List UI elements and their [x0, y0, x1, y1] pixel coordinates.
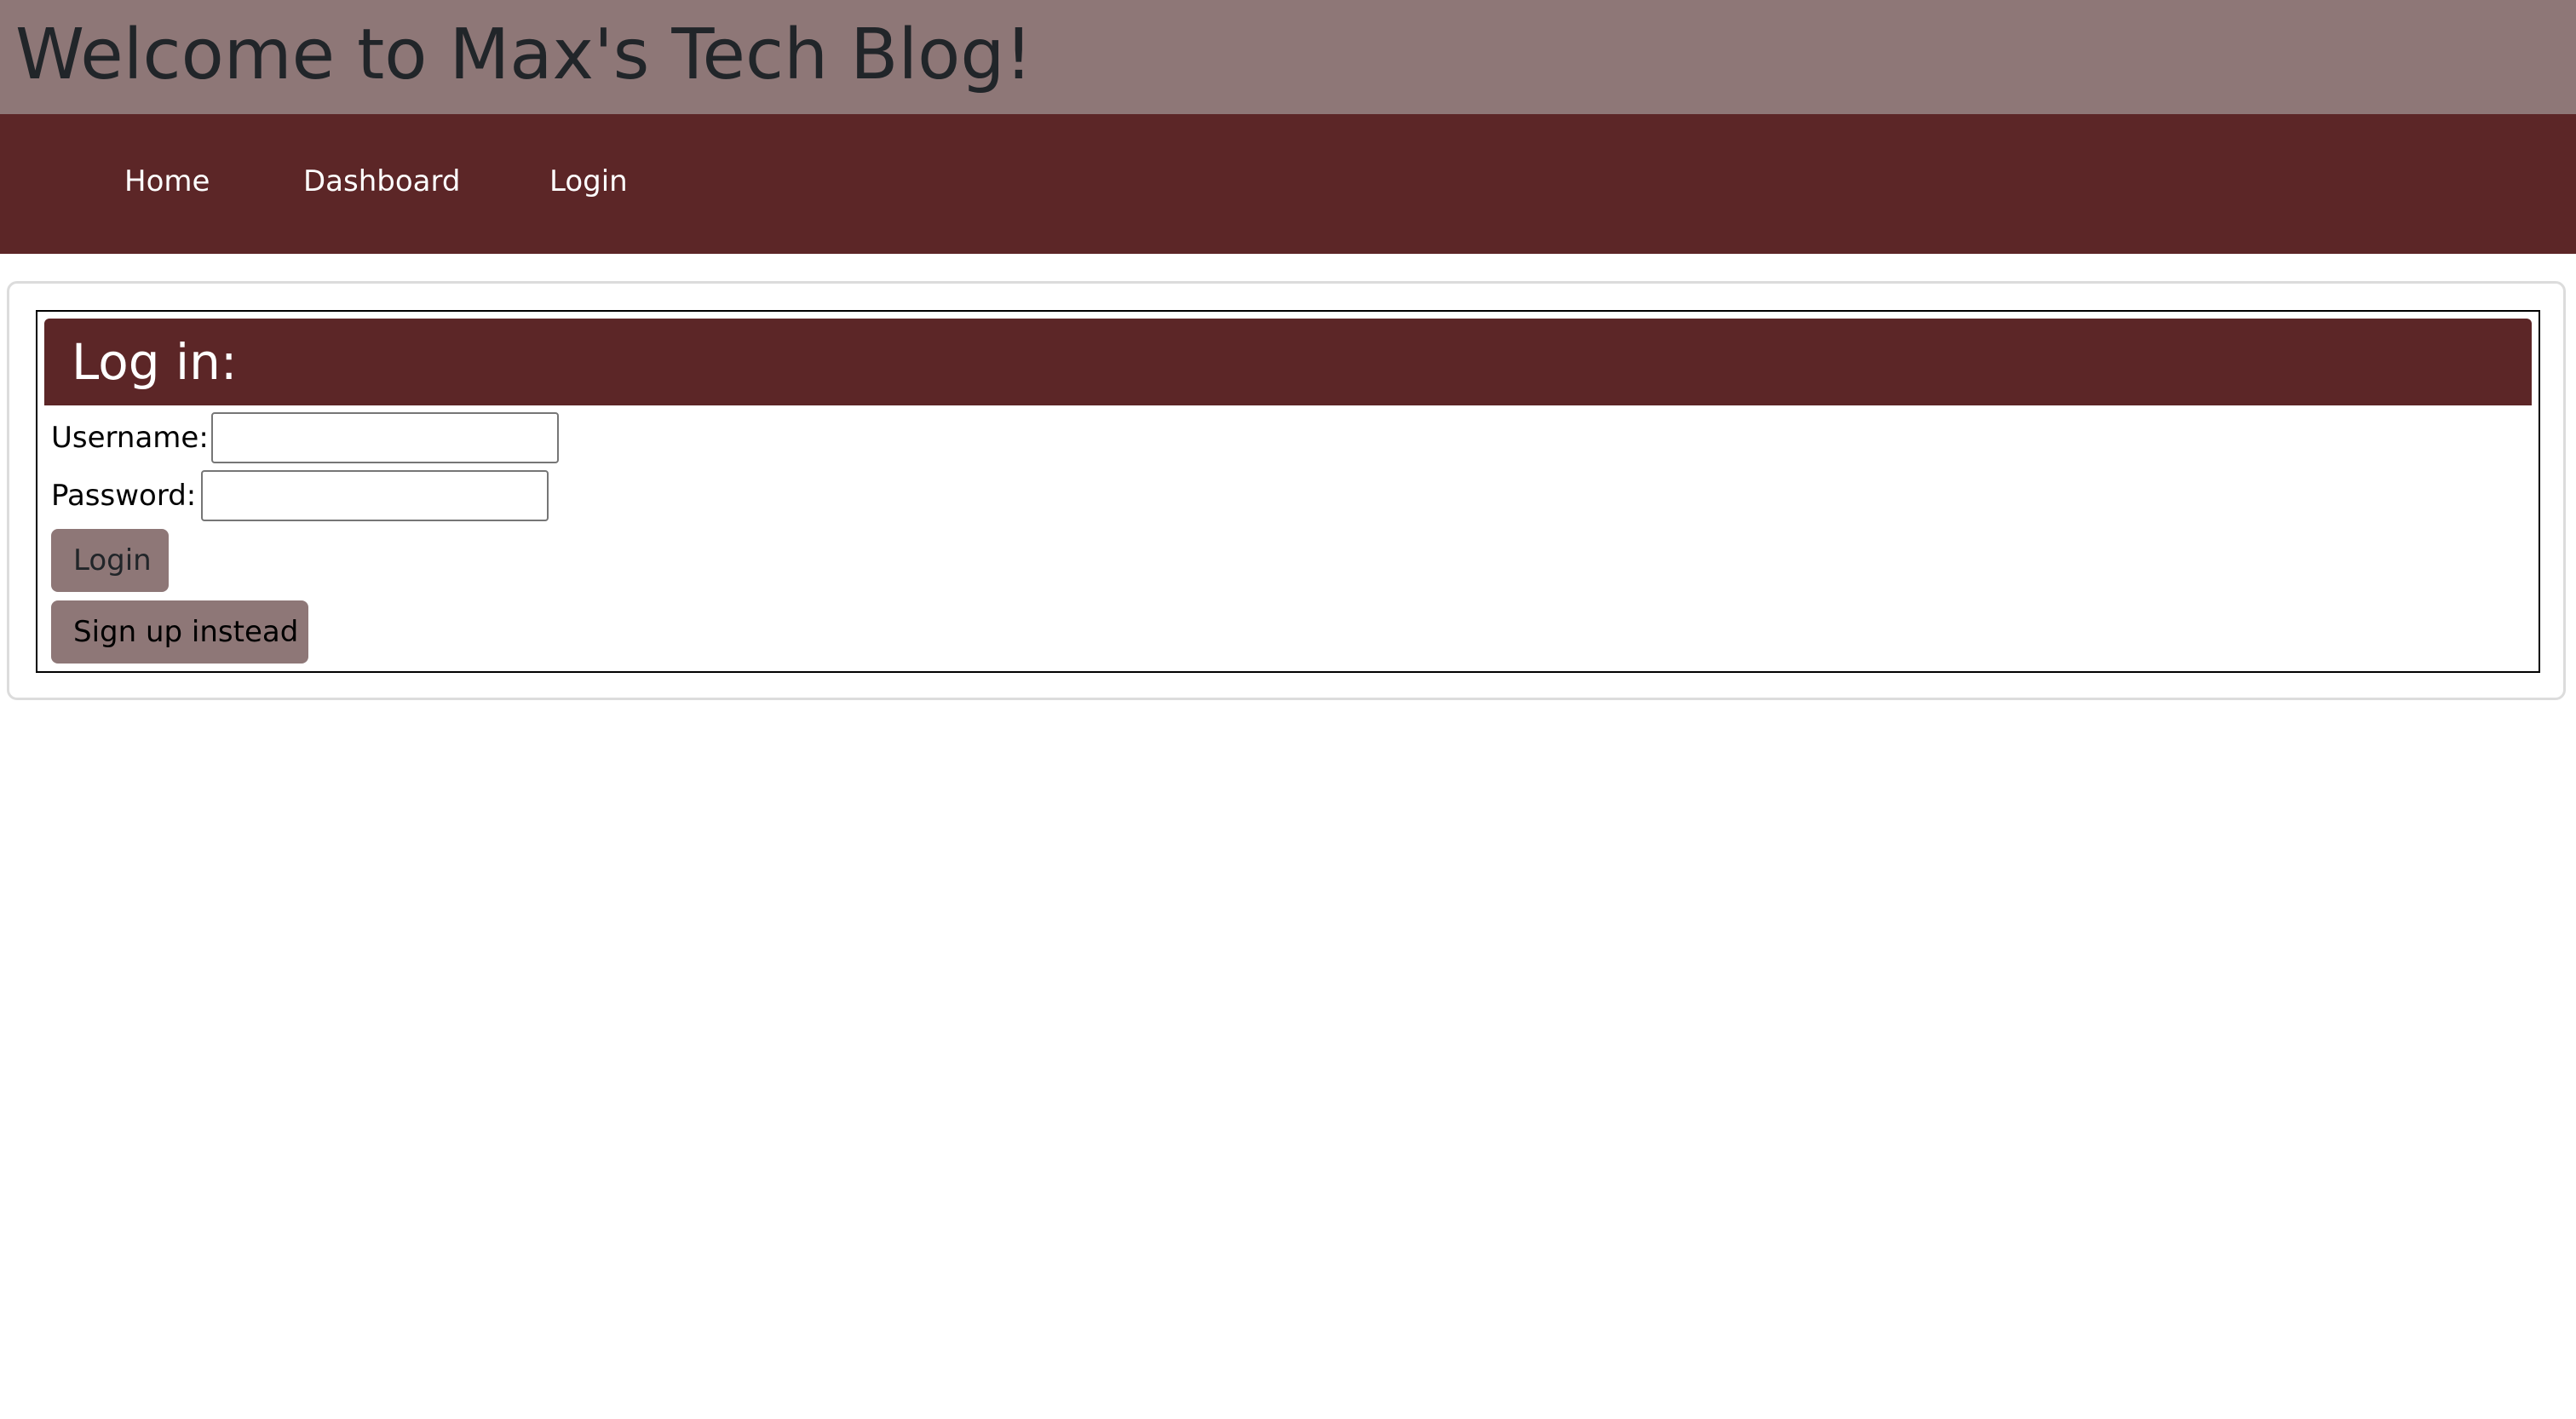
- login-button[interactable]: Login: [51, 529, 169, 592]
- nav-link-login[interactable]: Login: [549, 160, 628, 203]
- site-header: Welcome to Max's Tech Blog!: [0, 0, 2576, 114]
- nav-link-home[interactable]: Home: [124, 160, 210, 203]
- username-input[interactable]: [211, 412, 559, 463]
- username-label: Username:: [51, 421, 209, 455]
- login-form-title: Log in:: [72, 333, 238, 391]
- password-input[interactable]: [201, 470, 549, 521]
- password-label: Password:: [51, 479, 197, 513]
- main-navbar: Home Dashboard Login: [0, 114, 2576, 254]
- signup-instead-button[interactable]: Sign up instead: [51, 600, 308, 664]
- nav-link-dashboard[interactable]: Dashboard: [303, 160, 460, 203]
- login-form-header: Log in:: [44, 319, 2532, 405]
- site-title: Welcome to Max's Tech Blog!: [15, 14, 1033, 95]
